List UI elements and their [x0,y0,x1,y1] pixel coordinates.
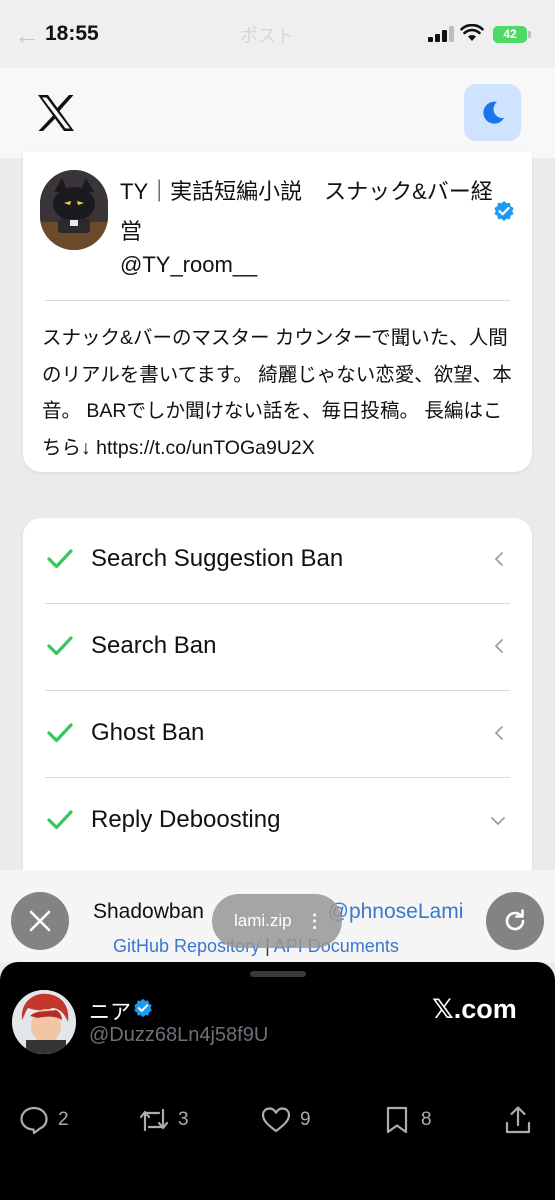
check-row-search-ban[interactable]: Search Ban [45,605,510,691]
tweet-sheet: ニア @Duzz68Ln4j58f9U 𝕏.com 2 3 9 8 [0,962,555,1200]
bookmark-icon [386,1106,408,1134]
like-count: 9 [300,1109,311,1130]
like-button[interactable]: 9 [260,1100,311,1140]
verified-badge-icon [134,998,152,1018]
profile-name: TY｜実話短編小説 スナック&バー経営 [120,179,493,244]
bookmark-button[interactable]: 8 [381,1100,432,1140]
check-row-search-suggestion-ban[interactable]: Search Suggestion Ban [45,518,510,604]
retweet-icon [139,1108,169,1132]
theme-toggle-button[interactable] [464,84,521,141]
share-icon [505,1106,531,1134]
check-label: Ghost Ban [91,719,205,746]
battery-indicator: 42 [493,26,527,43]
more-options-icon[interactable]: ⋮ [306,911,324,932]
author-link[interactable]: @phnoseLami [328,900,464,923]
check-icon [47,549,73,569]
reply-icon [20,1106,48,1135]
xcom-link[interactable]: 𝕏.com [432,994,517,1025]
retweet-button[interactable]: 3 [138,1100,189,1140]
x-logo-icon: 𝕏 [432,994,454,1025]
download-chip[interactable]: lami.zip ⋮ [212,894,342,948]
share-button[interactable] [502,1100,534,1140]
check-label: Reply Deboosting [91,806,281,833]
check-label: Search Suggestion Ban [91,545,344,572]
status-bar: ← 18:55 ポスト 42 [0,0,555,68]
status-time: 18:55 [45,22,99,45]
check-icon [47,636,73,656]
app-header [0,68,555,158]
profile-avatar [40,170,108,250]
check-label: Search Ban [91,632,217,659]
check-icon [47,810,73,830]
close-button[interactable] [11,892,69,950]
xcom-suffix: .com [453,994,517,1024]
check-row-reply-deboosting[interactable]: Reply Deboosting [45,779,510,865]
retweet-count: 3 [178,1109,189,1130]
moon-icon [482,101,504,124]
chevron-down-icon [491,817,505,826]
tweet-author-handle: @Duzz68Ln4j58f9U [89,1024,269,1046]
profile-bio: スナック&バーのマスター カウンターで聞いた、人間のリアルを書いてます。 綺麗じ… [42,327,512,459]
tweet-author-name: ニア [89,1001,131,1024]
reply-button[interactable]: 2 [18,1100,69,1140]
profile-handle: @TY_room__ [120,252,258,277]
reload-button[interactable] [486,892,544,950]
verified-badge-icon [494,201,514,221]
reload-icon [505,909,525,931]
profile-card: TY｜実話短編小説 スナック&バー経営 @TY_room__ スナック&バーのマ… [23,152,532,472]
download-filename: lami.zip [234,911,292,930]
x-logo-icon[interactable] [36,94,76,132]
sheet-drag-handle[interactable] [250,971,306,977]
cellular-signal-icon [428,26,454,42]
reply-count: 2 [58,1109,69,1130]
close-icon [29,910,51,932]
chevron-left-icon [494,639,503,653]
heart-icon [261,1107,291,1133]
shadowban-checks-card: Search Suggestion Ban Search Ban Ghost B… [23,518,532,898]
divider [45,300,510,301]
back-arrow-icon[interactable]: ← [14,20,40,51]
chevron-left-icon [494,726,503,740]
wifi-icon [460,24,484,41]
battery-tip [528,31,531,38]
ghost-page-title: ポスト [240,26,294,46]
check-row-ghost-ban[interactable]: Ghost Ban [45,692,510,778]
footer-prefix: Shadowban [93,900,204,923]
tweet-avatar[interactable] [12,990,76,1054]
chevron-left-icon [494,552,503,566]
check-icon [47,723,73,743]
bookmark-count: 8 [421,1109,432,1130]
